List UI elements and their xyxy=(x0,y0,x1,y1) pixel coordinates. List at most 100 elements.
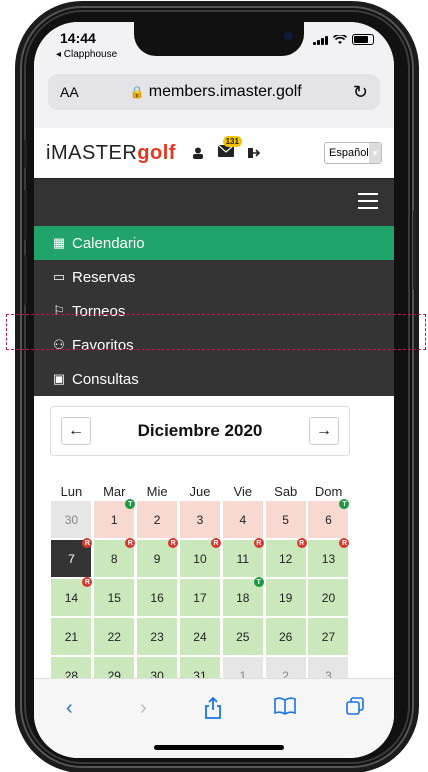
logout-icon[interactable] xyxy=(247,147,260,159)
share-icon[interactable] xyxy=(204,697,222,719)
calendar-week-row: 21 22 23 24 25 26 27 xyxy=(50,618,350,655)
tournament-badge: T xyxy=(339,499,350,509)
reservation-badge: R xyxy=(253,538,264,548)
day-number: 6 xyxy=(325,512,332,527)
day-number: 15 xyxy=(107,590,121,605)
status-time: 14:44 xyxy=(60,30,96,46)
calendar-day-cell[interactable]: 21 xyxy=(51,618,92,655)
calendar-day-cell[interactable]: 14 R xyxy=(51,577,93,616)
day-number: 18 xyxy=(236,590,250,605)
text-size-button[interactable]: AA xyxy=(60,84,79,100)
menu-item-consultas[interactable]: ▣ Consultas xyxy=(34,362,394,396)
prev-month-button[interactable]: ← xyxy=(61,417,91,445)
calendar-month-title: Diciembre 2020 xyxy=(137,421,263,440)
messages-button[interactable]: 131 xyxy=(217,136,242,162)
calendar-day-cell[interactable]: 12 R xyxy=(265,538,307,577)
bookmarks-icon[interactable] xyxy=(274,697,296,715)
language-select[interactable]: Español xyxy=(324,142,382,164)
day-number: 3 xyxy=(196,512,204,527)
day-number: 4 xyxy=(239,512,247,527)
menu-item-reservas[interactable]: ▭ Reservas xyxy=(34,260,394,294)
calendar-day-cell[interactable]: 1T xyxy=(94,499,136,538)
day-number: 26 xyxy=(278,629,293,644)
day-number: 21 xyxy=(64,629,79,644)
site-header: iMASTERgolf 131 Español xyxy=(34,128,394,178)
calendar-week-row: 30 1 T 2 3 4 5 6 T xyxy=(50,499,350,538)
day-number: 27 xyxy=(321,629,336,644)
address-field[interactable]: AA 🔒 members.imaster.golf ↻ xyxy=(48,74,380,110)
day-number: 25 xyxy=(236,629,250,644)
tournament-badge: T xyxy=(253,577,264,587)
nav-bar xyxy=(34,178,394,226)
back-to-app-link[interactable]: ◂ Clapphouse xyxy=(56,49,117,60)
day-number: 5 xyxy=(282,512,289,527)
back-arrow-icon[interactable]: ‹ xyxy=(66,697,73,720)
calendar-day-cell[interactable]: 25 xyxy=(222,618,263,655)
calendar-day-cell[interactable]: 19 xyxy=(265,579,306,616)
calendar-day-cell[interactable]: 17 xyxy=(179,579,220,616)
weekday-label: Lun xyxy=(60,484,83,499)
forward-arrow-icon[interactable]: › xyxy=(140,697,147,720)
calendar-day-cell[interactable]: 9R xyxy=(137,538,179,577)
weekday-label: Mar xyxy=(103,484,126,499)
menu-item-label: Calendario xyxy=(72,234,145,252)
day-number: 10 xyxy=(193,551,207,566)
weekday-label: Mie xyxy=(146,484,168,499)
url-display[interactable]: 🔒 members.imaster.golf xyxy=(79,83,353,101)
day-number: 16 xyxy=(150,590,164,605)
calendar-day-cell[interactable]: 5 xyxy=(265,501,306,538)
calendar-day-cell[interactable]: 20 xyxy=(308,579,349,616)
day-number: 9 xyxy=(153,551,161,566)
reload-icon[interactable]: ↻ xyxy=(353,82,368,103)
browser-url-bar: AA 🔒 members.imaster.golf ↻ xyxy=(34,68,394,128)
home-indicator xyxy=(154,745,284,750)
calendar-day-cell[interactable]: 26 xyxy=(265,618,306,655)
menu-item-calendario[interactable]: ▦ Calendario xyxy=(34,226,394,260)
day-number: 7 xyxy=(68,551,75,566)
hamburger-menu-icon[interactable] xyxy=(358,193,378,209)
weekday-label: Dom xyxy=(314,484,343,499)
calendar-day-cell[interactable]: 30 xyxy=(51,501,92,538)
reservation-badge: R xyxy=(168,538,179,548)
side-menu: ▦ Calendario ▭ Reservas ⚐ Torneos ⚇ Favorito… xyxy=(34,226,394,396)
calendar-day-cell[interactable]: 2 xyxy=(137,501,178,538)
calendar-day-cell[interactable]: 15 xyxy=(94,579,135,616)
day-number: 1 xyxy=(110,512,118,527)
day-number: 24 xyxy=(193,629,207,644)
calendar-day-cell[interactable]: 27 xyxy=(308,618,349,655)
weekday-label: Jue xyxy=(189,484,211,499)
screen: 14:44 ◂ Clapphouse AA 🔒 members.imaster.g… xyxy=(34,22,394,758)
user-icon[interactable] xyxy=(192,147,204,159)
highlight-box xyxy=(6,314,426,350)
silent-switch xyxy=(24,140,27,168)
tabs-icon[interactable] xyxy=(346,697,364,715)
calendar-day-cell[interactable]: 23 xyxy=(137,618,178,655)
calendar-day-cell[interactable]: 10 R xyxy=(179,538,221,577)
calendar-day-cell[interactable]: 16 xyxy=(137,579,178,616)
day-number: 14 xyxy=(64,590,79,605)
calendar-day-cell[interactable]: 4 xyxy=(222,501,263,538)
calendar-section: ← Diciembre 2020 → Lun Mar Mie Jue Vie Sab Dom… xyxy=(34,396,394,726)
calendar-day-cell[interactable]: 6T xyxy=(308,499,350,538)
day-number: 23 xyxy=(150,629,164,644)
calendar-day-cell[interactable]: 24 xyxy=(179,618,220,655)
calendar-day-cell[interactable]: 11 R xyxy=(222,538,264,577)
power-button xyxy=(413,210,416,290)
calendar-day-cell[interactable]: 22 xyxy=(94,618,135,655)
site-logo[interactable]: iMASTERgolf xyxy=(46,142,176,165)
calendar-day-cell[interactable]: 8R xyxy=(94,538,136,577)
calendar-day-cell[interactable]: 18 T xyxy=(222,577,264,616)
battery-icon xyxy=(352,34,374,45)
day-number: 30 xyxy=(64,512,79,527)
calendar-day-cell[interactable]: 7R xyxy=(51,538,93,577)
menu-item-label: Reservas xyxy=(72,268,136,286)
calendar-day-cell[interactable]: 3 xyxy=(179,501,220,538)
notch xyxy=(134,22,304,56)
status-icons xyxy=(313,34,374,45)
reservation-badge: R xyxy=(210,538,221,548)
next-month-button[interactable]: → xyxy=(309,417,339,445)
day-number: 22 xyxy=(107,629,121,644)
calendar-icon: ▦ xyxy=(52,235,66,250)
volume-down-button xyxy=(24,255,27,305)
calendar-day-cell[interactable]: 13 R xyxy=(308,538,350,577)
